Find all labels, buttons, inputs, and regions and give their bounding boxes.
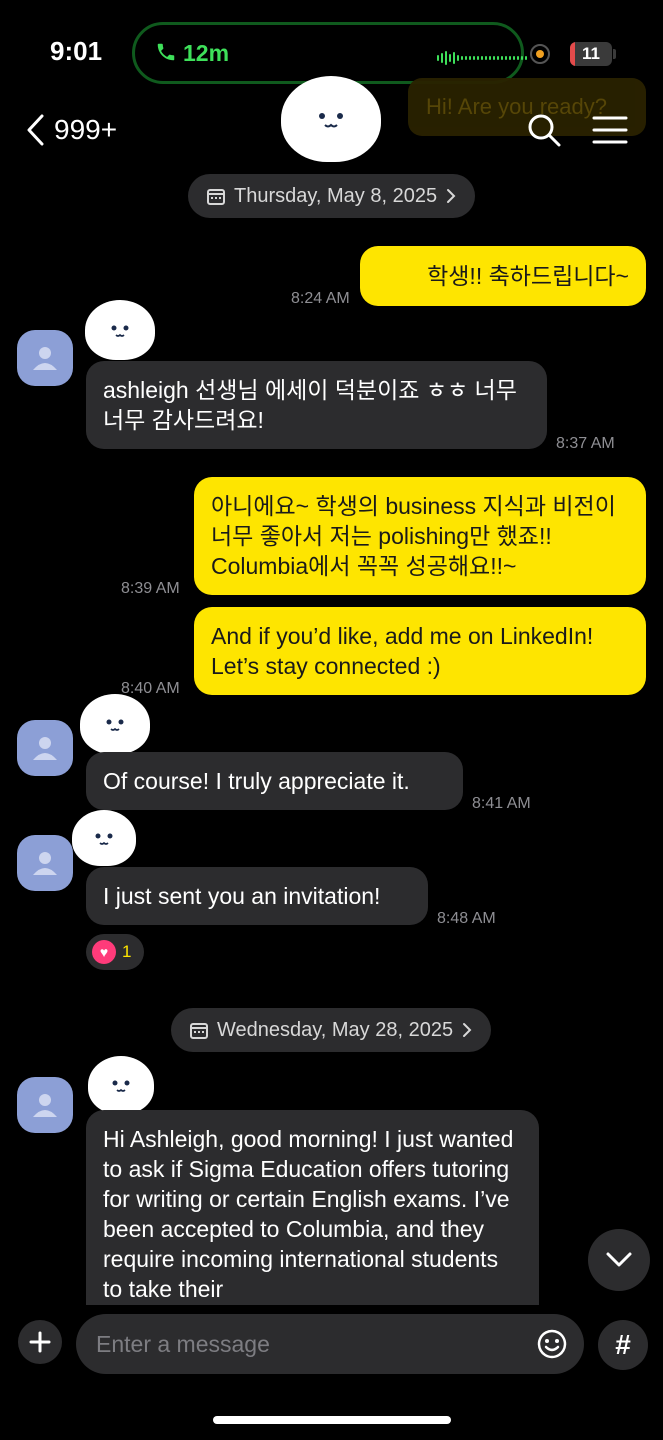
- reaction-count: 1: [122, 942, 132, 961]
- message-bubble-incoming[interactable]: ashleigh 선생님 에세이 덕분이죠 ㅎㅎ 너무 너무 감사드려요!: [86, 361, 547, 449]
- message-bubble-incoming[interactable]: Hi Ashleigh, good morning! I just wanted…: [86, 1110, 539, 1310]
- seal-sticker-icon: [88, 1056, 154, 1114]
- seal-sticker-icon: [80, 694, 150, 754]
- date-separator-label: Thursday, May 8, 2025: [234, 184, 438, 207]
- menu-button[interactable]: [592, 112, 628, 148]
- hamburger-menu-icon: [592, 116, 628, 144]
- avatar[interactable]: [17, 720, 73, 776]
- message-bubble-outgoing[interactable]: 아니에요~ 학생의 business 지식과 비전이 너무 좋아서 저는 pol…: [194, 477, 646, 595]
- date-separator[interactable]: Wednesday, May 28, 2025: [171, 1008, 492, 1052]
- status-time: 9:01: [50, 36, 103, 66]
- chevron-right-icon: [463, 1023, 472, 1037]
- calendar-icon: [207, 189, 225, 205]
- person-icon: [33, 737, 57, 760]
- message-bubble-outgoing[interactable]: And if you’d like, add me on LinkedIn! L…: [194, 607, 646, 695]
- person-icon: [33, 1094, 57, 1117]
- battery-icon: 11: [570, 42, 612, 66]
- back-button[interactable]: 999+: [24, 110, 117, 150]
- avatar[interactable]: [17, 1077, 73, 1133]
- date-separator[interactable]: Thursday, May 8, 2025: [188, 174, 476, 218]
- search-button[interactable]: [526, 112, 562, 148]
- scroll-to-bottom-button[interactable]: [588, 1229, 650, 1291]
- date-separator-label: Wednesday, May 28, 2025: [217, 1018, 454, 1041]
- message-timestamp: 8:37 AM: [556, 435, 615, 452]
- plus-icon: [29, 1331, 51, 1353]
- emoji-button[interactable]: [532, 1324, 572, 1364]
- chevron-right-icon: [447, 189, 456, 203]
- message-timestamp: 8:24 AM: [291, 290, 350, 307]
- unread-count: 999+: [54, 114, 118, 145]
- seal-sticker-icon: [72, 810, 136, 866]
- chat-profile-avatar[interactable]: [281, 76, 381, 162]
- message-timestamp: 8:41 AM: [472, 795, 531, 812]
- message-timestamp: 8:48 AM: [437, 910, 496, 927]
- calendar-icon: [190, 1023, 208, 1039]
- message-bubble-incoming[interactable]: I just sent you an invitation!: [86, 867, 428, 925]
- person-icon: [33, 852, 57, 875]
- message-bubble-outgoing[interactable]: 학생!! 축하드립니다~: [360, 246, 646, 306]
- call-duration: 12m: [183, 40, 230, 66]
- battery-level: 11: [582, 44, 600, 63]
- seal-face-icon: [319, 113, 343, 128]
- dynamic-island-call[interactable]: 12m: [132, 22, 527, 84]
- battery-tip: [613, 49, 616, 59]
- privacy-indicator-icon: [530, 44, 550, 64]
- hashtag-button[interactable]: #: [598, 1320, 648, 1370]
- heart-icon: ♥: [92, 940, 116, 964]
- person-icon: [33, 347, 57, 370]
- reaction-badge[interactable]: ♥ 1: [86, 934, 144, 970]
- home-indicator[interactable]: [213, 1416, 451, 1424]
- attach-button[interactable]: [18, 1320, 62, 1364]
- search-icon: [528, 114, 561, 147]
- chevron-down-icon: [606, 1252, 632, 1267]
- seal-sticker-icon: [85, 300, 155, 360]
- message-bubble-incoming[interactable]: Of course! I truly appreciate it.: [86, 752, 463, 810]
- smiley-icon: [537, 1329, 567, 1359]
- hash-icon: #: [615, 1329, 631, 1360]
- audio-waveform-icon: [437, 51, 527, 65]
- message-timestamp: 8:39 AM: [121, 580, 180, 597]
- chevron-left-icon: [27, 114, 44, 146]
- phone-icon: [157, 43, 175, 61]
- message-input[interactable]: [76, 1314, 584, 1374]
- avatar[interactable]: [17, 330, 73, 386]
- avatar[interactable]: [17, 835, 73, 891]
